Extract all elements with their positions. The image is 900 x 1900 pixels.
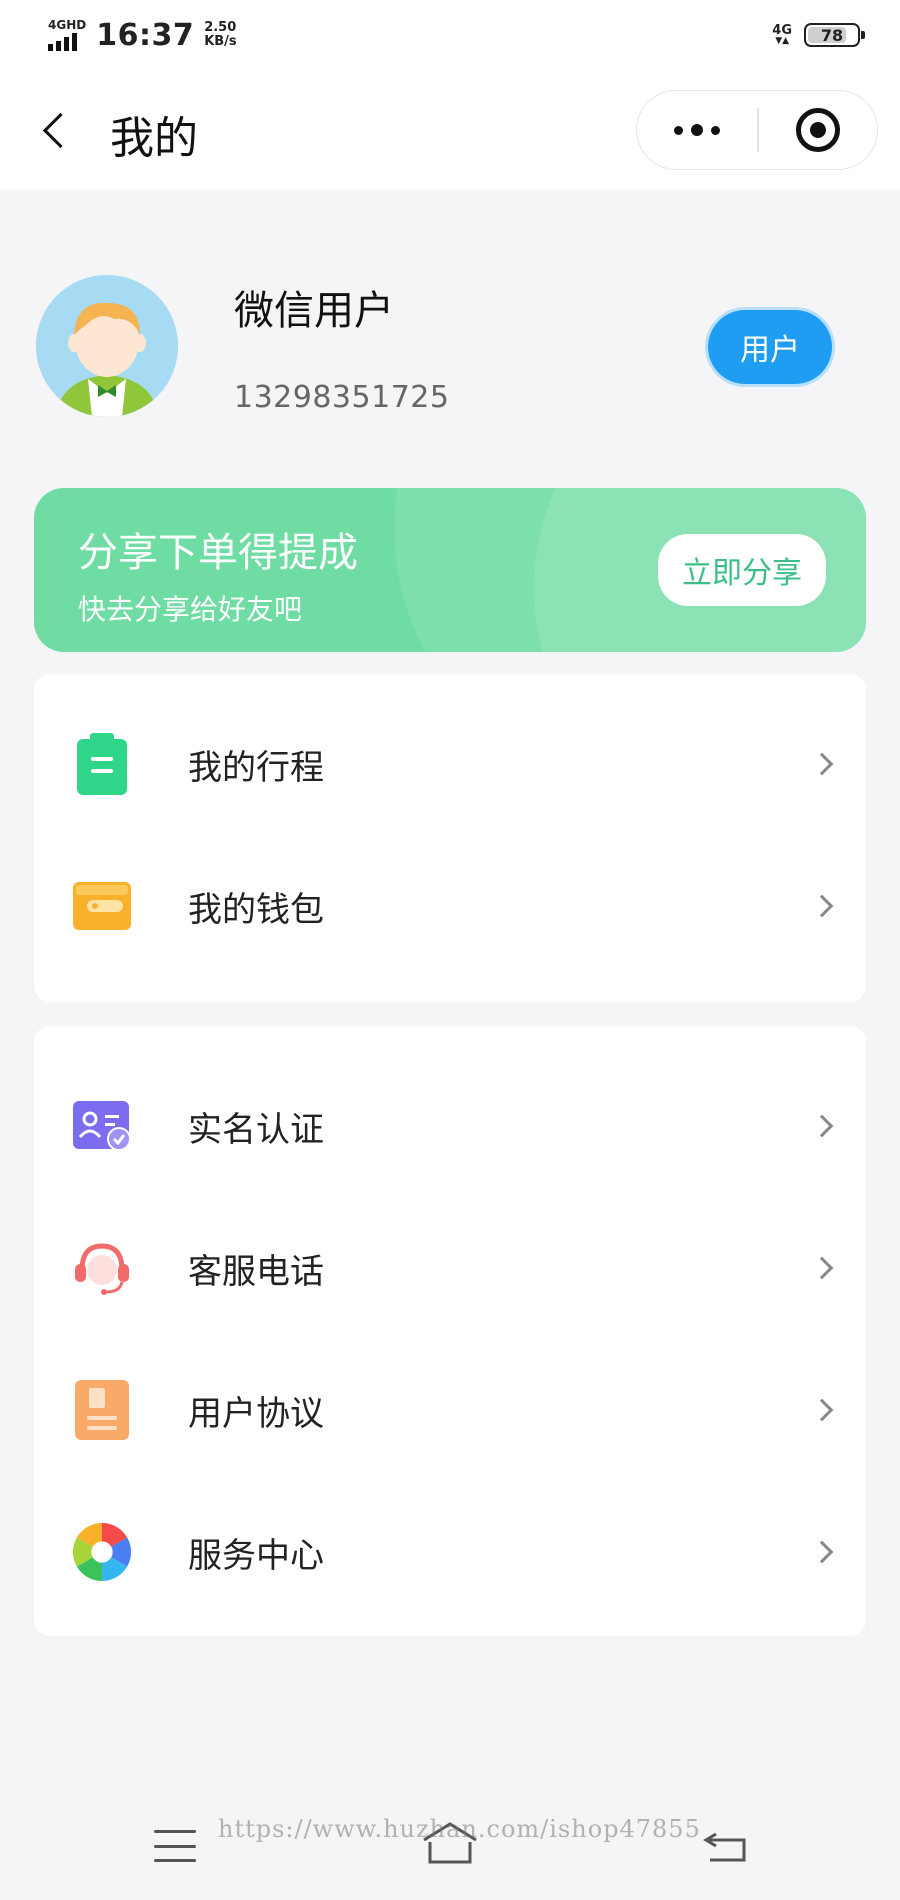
share-banner[interactable]: 分享下单得提成 快去分享给好友吧 立即分享 bbox=[34, 488, 866, 652]
more-options-button[interactable] bbox=[637, 91, 757, 169]
headset-icon bbox=[72, 1238, 132, 1298]
signal-indicator: 4GHD bbox=[48, 19, 86, 51]
speed-unit: KB/s bbox=[204, 34, 237, 49]
aperture-icon bbox=[72, 1522, 132, 1582]
mobile-data-icon: 4G ▼▲ bbox=[772, 23, 792, 46]
clipboard-icon bbox=[72, 733, 132, 795]
chevron-right-icon bbox=[810, 1114, 834, 1138]
menu-item-label: 客服电话 bbox=[188, 1251, 324, 1292]
target-icon bbox=[795, 108, 840, 152]
menu-item-label: 实名认证 bbox=[188, 1109, 324, 1150]
wallet-icon bbox=[72, 876, 132, 936]
signal-bars-icon bbox=[48, 33, 77, 51]
nav-bar: 我的 bbox=[0, 70, 900, 190]
menu-item-service-center[interactable]: 服务中心 bbox=[34, 1482, 866, 1622]
menu-item-my-wallet[interactable]: 我的钱包 bbox=[34, 836, 866, 976]
avatar[interactable] bbox=[36, 275, 178, 417]
watermark-text: https://www.huzhan.com/ishop47855 bbox=[218, 1815, 701, 1843]
chevron-right-icon bbox=[810, 752, 834, 776]
menu-item-label: 用户协议 bbox=[188, 1393, 324, 1434]
chevron-right-icon bbox=[810, 894, 834, 918]
chevron-right-icon bbox=[810, 1256, 834, 1280]
menu-item-my-trips[interactable]: 我的行程 bbox=[34, 694, 866, 834]
clock: 16:37 bbox=[96, 17, 195, 53]
speed-value: 2.50 bbox=[204, 20, 237, 35]
network-speed: 2.50 KB/s bbox=[204, 21, 236, 49]
menu-item-customer-service-phone[interactable]: 客服电话 bbox=[34, 1198, 866, 1338]
network-type-label: 4GHD bbox=[48, 18, 87, 32]
menu-card-primary: 我的行程 我的钱包 bbox=[34, 674, 866, 1002]
recent-apps-icon[interactable] bbox=[154, 1830, 196, 1862]
page-title: 我的 bbox=[110, 113, 198, 164]
profile-section: 微信用户 13298351725 用户 bbox=[0, 260, 900, 430]
menu-item-user-agreement[interactable]: 用户协议 bbox=[34, 1340, 866, 1480]
status-left: 4GHD 16:37 2.50 KB/s bbox=[48, 18, 237, 53]
status-bar: 4GHD 16:37 2.50 KB/s 4G ▼▲ 78 bbox=[0, 0, 900, 70]
battery-icon: 78 bbox=[804, 23, 865, 47]
user-phone: 13298351725 bbox=[234, 380, 450, 415]
back-button[interactable] bbox=[36, 106, 76, 156]
share-banner-subtitle: 快去分享给好友吧 bbox=[78, 593, 303, 626]
avatar-illustration-icon bbox=[36, 275, 178, 417]
menu-item-label: 服务中心 bbox=[188, 1535, 324, 1576]
user-name: 微信用户 bbox=[234, 288, 394, 334]
system-nav-bar bbox=[0, 1790, 900, 1900]
share-now-button[interactable]: 立即分享 bbox=[658, 534, 826, 606]
system-back-icon[interactable] bbox=[702, 1830, 748, 1862]
menu-item-real-name-verification[interactable]: 实名认证 bbox=[34, 1056, 866, 1196]
id-verify-icon bbox=[72, 1096, 132, 1156]
chevron-right-icon bbox=[810, 1540, 834, 1564]
mini-program-capsule bbox=[636, 90, 878, 170]
status-right: 4G ▼▲ 78 bbox=[772, 23, 865, 47]
menu-card-secondary: 实名认证 客服电话 用户协议 服务中心 bbox=[34, 1026, 866, 1636]
role-switch-button[interactable]: 用户 bbox=[708, 310, 832, 384]
share-banner-title: 分享下单得提成 bbox=[78, 530, 358, 576]
menu-item-label: 我的行程 bbox=[188, 747, 324, 788]
battery-level: 78 bbox=[820, 25, 844, 45]
menu-item-label: 我的钱包 bbox=[188, 889, 324, 930]
chevron-right-icon bbox=[810, 1398, 834, 1422]
document-icon bbox=[72, 1380, 132, 1440]
close-mini-program-button[interactable] bbox=[759, 108, 878, 152]
